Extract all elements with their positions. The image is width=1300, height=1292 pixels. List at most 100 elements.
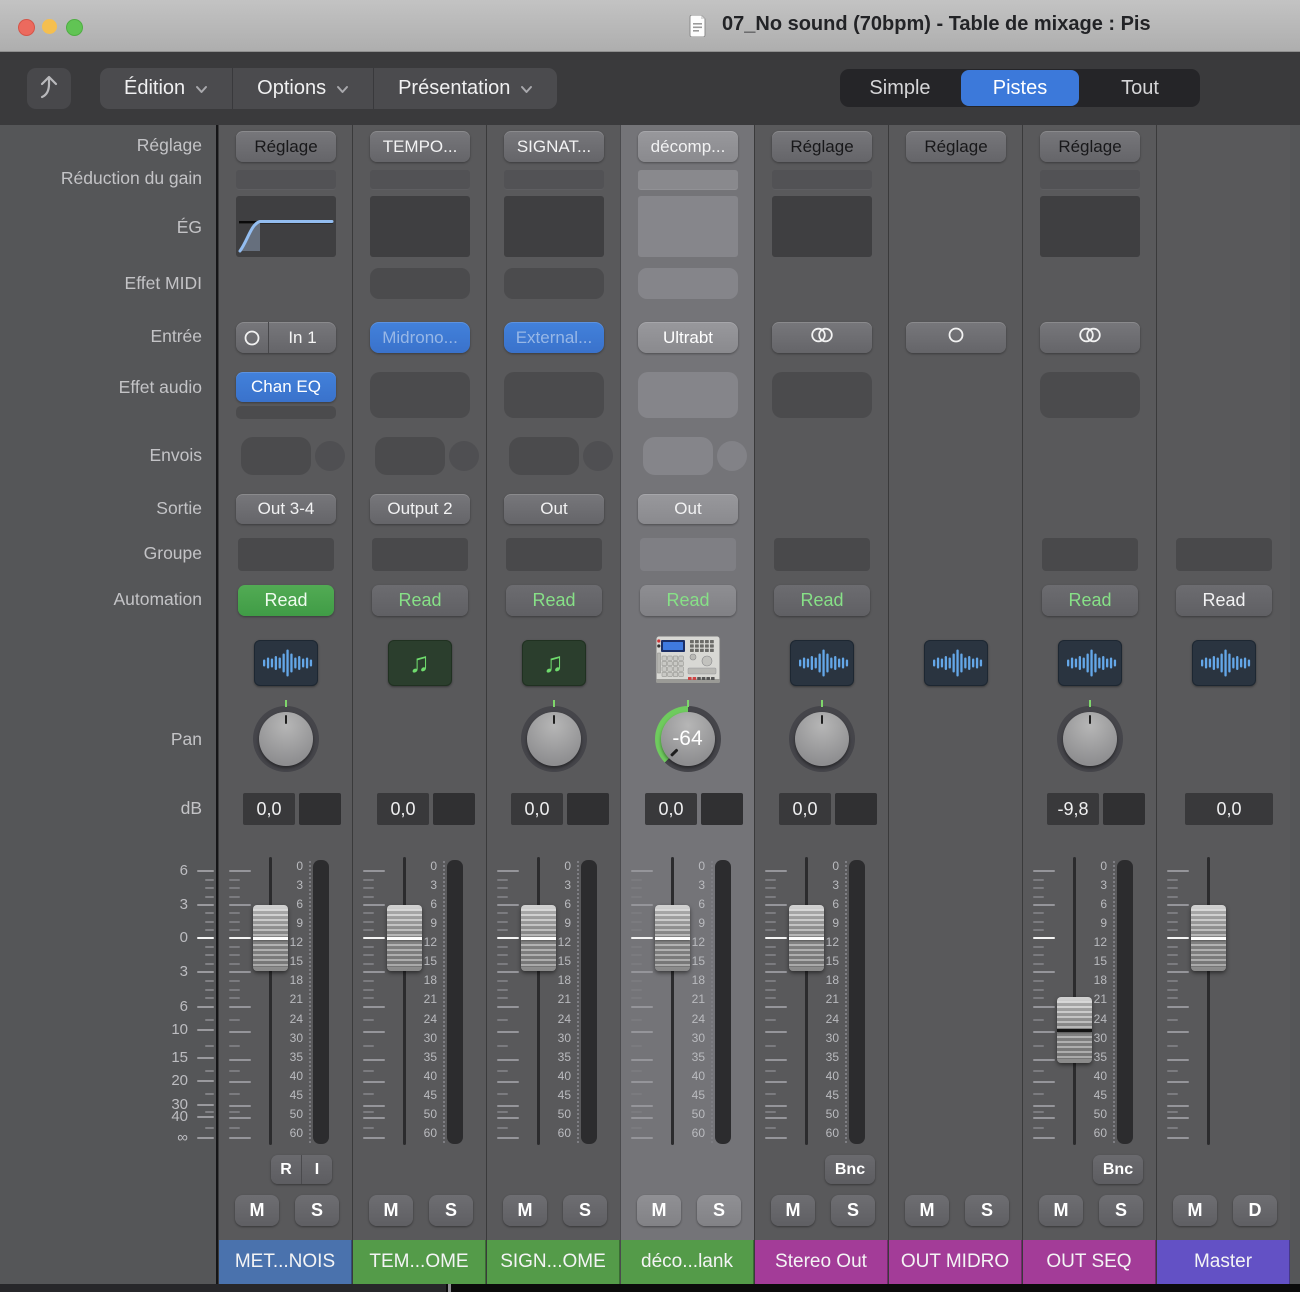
audio-effect-slot[interactable] [504,372,604,418]
eq-thumbnail-display[interactable] [1040,196,1140,257]
track-name[interactable]: déco...lank [621,1240,754,1284]
volume-value[interactable]: -9,8 [1047,793,1099,825]
send-slot[interactable] [509,437,579,475]
fader-track[interactable] [1207,857,1210,1145]
send-slot[interactable] [643,437,713,475]
fader-track[interactable] [269,857,272,1145]
pan-knob[interactable] [516,701,592,777]
eq-thumbnail-display[interactable] [772,196,872,257]
eq-thumbnail-display[interactable] [638,196,738,257]
horizontal-scrollbar[interactable] [0,1284,1300,1292]
fader-handle[interactable] [1191,905,1226,971]
view-segment-tout[interactable]: Tout [1081,70,1199,106]
midi-effect-slot[interactable] [504,268,604,299]
track-name[interactable]: Master [1157,1240,1290,1284]
input-format-button[interactable] [1040,322,1140,353]
mute-button[interactable]: M [369,1195,413,1226]
audio-effect-slot[interactable] [638,372,738,418]
input-plugin-button[interactable]: Ultrabt [638,322,738,353]
track-name[interactable]: MET...NOIS [219,1240,352,1284]
solo-button[interactable]: S [831,1195,875,1226]
solo-button[interactable]: S [429,1195,473,1226]
track-name[interactable]: OUT SEQ [1023,1240,1156,1284]
automation-read-button[interactable]: Read [506,585,602,616]
back-up-arrow-button[interactable] [27,68,71,109]
volume-value[interactable]: 0,0 [377,793,429,825]
mute-button[interactable]: M [637,1195,681,1226]
group-slot[interactable] [238,538,334,571]
send-level-knob[interactable] [583,441,613,471]
fader-track[interactable] [671,857,674,1145]
midi-effect-slot[interactable] [370,268,470,299]
channel-setting-button[interactable]: Réglage [236,131,336,162]
volume-value[interactable]: 0,0 [645,793,697,825]
zoom-button[interactable] [66,19,83,36]
audio-effect-slot[interactable] [772,372,872,418]
mute-button[interactable]: M [235,1195,279,1226]
dim-button[interactable]: D [1233,1195,1277,1226]
pan-knob[interactable] [248,701,324,777]
fader-track[interactable] [537,857,540,1145]
automation-read-button[interactable]: Read [238,585,334,616]
mute-button[interactable]: M [771,1195,815,1226]
audio-effect-plugin-button[interactable]: Chan EQ [236,372,336,402]
menu-button-edition[interactable]: Édition [100,68,233,109]
output-button[interactable]: Output 2 [370,494,470,524]
audio-effect-slot[interactable] [1040,372,1140,418]
channel-setting-button[interactable]: décomp... [638,131,738,162]
send-level-knob[interactable] [717,441,747,471]
group-slot[interactable] [372,538,468,571]
channel-setting-button[interactable]: Réglage [772,131,872,162]
volume-value[interactable]: 0,0 [779,793,831,825]
mute-button[interactable]: M [503,1195,547,1226]
group-slot[interactable] [1042,538,1138,571]
automation-read-button[interactable]: Read [372,585,468,616]
automation-read-button[interactable]: Read [640,585,736,616]
group-slot[interactable] [774,538,870,571]
group-slot[interactable] [506,538,602,571]
eq-thumbnail-display[interactable] [370,196,470,257]
group-slot[interactable] [640,538,736,571]
volume-value[interactable]: 0,0 [511,793,563,825]
solo-button[interactable]: S [295,1195,339,1226]
output-button[interactable]: Out [638,494,738,524]
channel-setting-button[interactable]: Réglage [1040,131,1140,162]
volume-value[interactable]: 0,0 [1185,793,1273,825]
output-button[interactable]: Out [504,494,604,524]
pan-knob[interactable]: -64 [650,701,726,777]
view-segment-simple[interactable]: Simple [841,70,959,106]
mute-button[interactable]: M [1039,1195,1083,1226]
document-proxy-icon[interactable] [689,15,706,37]
record-button[interactable]: R [271,1155,301,1184]
bounce-button[interactable]: Bnc [825,1155,875,1184]
solo-button[interactable]: S [1099,1195,1143,1226]
audio-effect-slot[interactable] [370,372,470,418]
send-slot[interactable] [375,437,445,475]
pan-knob[interactable] [784,701,860,777]
input-plugin-button[interactable]: External... [504,322,604,353]
audio-effect-slot[interactable] [236,406,336,419]
output-button[interactable]: Out 3-4 [236,494,336,524]
solo-button[interactable]: S [965,1195,1009,1226]
channel-setting-button[interactable]: SIGNAT... [504,131,604,162]
input-monitor-button[interactable]: I [301,1155,332,1184]
eq-thumbnail-display[interactable] [236,196,336,257]
input-format-icon[interactable] [236,322,269,353]
group-slot[interactable] [1176,538,1272,571]
automation-read-button[interactable]: Read [774,585,870,616]
solo-button[interactable]: S [563,1195,607,1226]
mute-button[interactable]: M [905,1195,949,1226]
minimize-button[interactable] [42,19,57,34]
close-button[interactable] [18,19,35,36]
view-segment-pistes[interactable]: Pistes [961,70,1079,106]
menu-button-presentation[interactable]: Présentation [374,68,557,109]
automation-read-button[interactable]: Read [1042,585,1138,616]
input-button[interactable]: In 1 [236,322,336,353]
track-name[interactable]: OUT MIDRO [889,1240,1022,1284]
volume-value[interactable]: 0,0 [243,793,295,825]
fader-track[interactable] [403,857,406,1145]
midi-effect-slot[interactable] [638,268,738,299]
menu-button-options[interactable]: Options [233,68,374,109]
input-format-button[interactable] [772,322,872,353]
input-source-label[interactable]: In 1 [269,322,336,353]
